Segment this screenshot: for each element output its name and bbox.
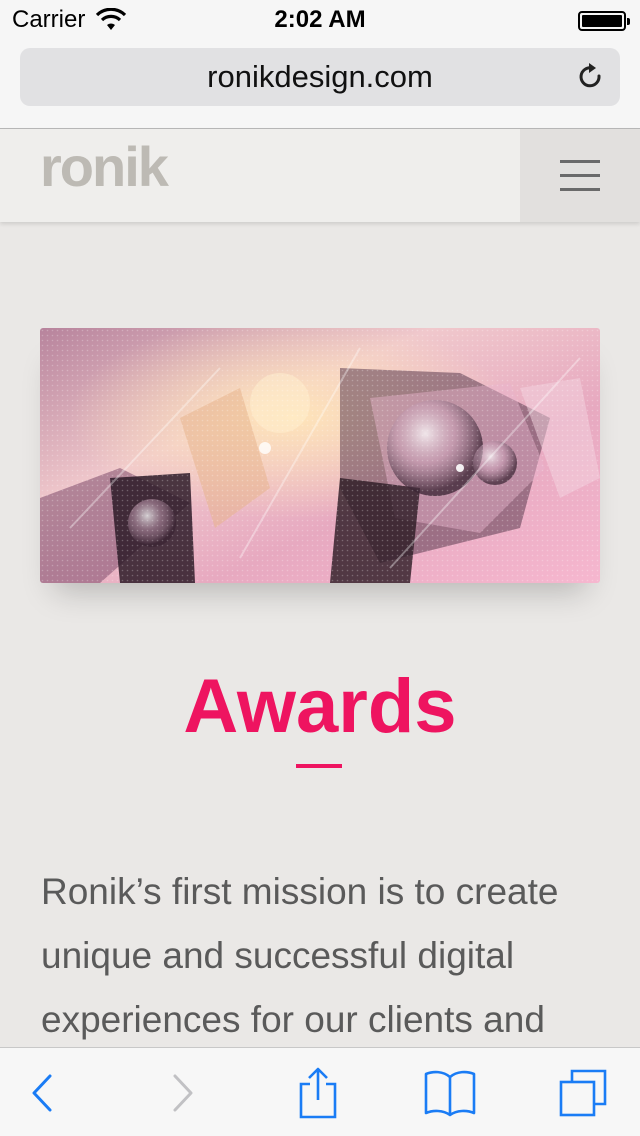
bookmarks-button[interactable] <box>410 1048 490 1136</box>
intro-paragraph: Ronik’s first mission is to create uniqu… <box>41 860 601 1052</box>
hero-image <box>40 328 600 583</box>
back-icon <box>32 1074 52 1111</box>
tabs-button[interactable] <box>543 1048 623 1136</box>
back-button[interactable] <box>2 1048 82 1136</box>
url-text[interactable]: ronikdesign.com <box>20 59 620 95</box>
share-button[interactable] <box>278 1048 358 1136</box>
browser-address-area: ronikdesign.com <box>0 40 640 129</box>
heading-underline <box>296 764 342 768</box>
status-time: 2:02 AM <box>274 6 366 33</box>
url-field[interactable]: ronikdesign.com <box>20 48 620 106</box>
hamburger-menu-button[interactable] <box>520 129 640 222</box>
tabs-icon <box>559 1069 607 1116</box>
intro-line: unique and successful digital <box>41 935 515 976</box>
battery-icon <box>578 11 630 31</box>
site-logo[interactable]: ronik <box>40 134 169 199</box>
forward-icon <box>173 1074 193 1111</box>
reload-icon[interactable] <box>576 62 606 92</box>
intro-line: Ronik’s first mission is to create <box>41 871 559 912</box>
intro-line: experiences for our clients and <box>41 999 545 1040</box>
forward-button[interactable] <box>143 1048 223 1136</box>
status-bar: Carrier 2:02 AM <box>0 0 640 40</box>
browser-toolbar <box>0 1047 640 1136</box>
share-icon <box>299 1067 337 1118</box>
site-header: ronik <box>0 129 640 222</box>
abstract-glass-art-image <box>40 328 600 583</box>
page-heading: Awards <box>183 664 457 749</box>
bookmarks-icon <box>424 1070 476 1116</box>
